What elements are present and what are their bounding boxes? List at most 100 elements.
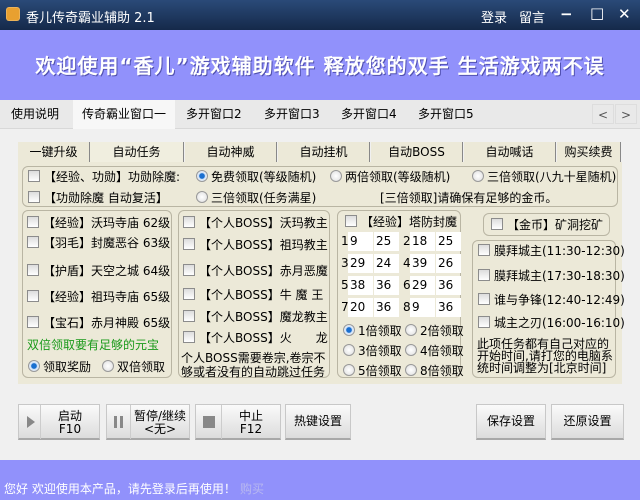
message-link[interactable]: 留言 <box>519 7 545 26</box>
tower-slot-star-input[interactable]: 36 <box>374 298 399 317</box>
subtab-3[interactable]: 自动挂机 <box>278 142 370 163</box>
multiplier-1-radio[interactable] <box>405 324 417 336</box>
merit-exp-checkbox[interactable] <box>28 170 40 182</box>
start-hotkey: F10 <box>58 422 82 436</box>
tower-slot-star-input[interactable]: 25 <box>436 232 461 251</box>
stop-button[interactable]: 中止 F12 <box>195 404 281 440</box>
play-icon <box>19 405 41 439</box>
tower-slot-star-input[interactable]: 25 <box>374 232 399 251</box>
banner-text: 欢迎使用“香儿”游戏辅助软件 释放您的双手 生活游戏两不误 <box>35 54 605 78</box>
tab-scroll-left[interactable]: < <box>592 104 614 124</box>
double-reward-label: 双倍领取 <box>117 360 166 374</box>
city-item-0-label: 膜拜城主(11:30-12:30) <box>494 244 625 258</box>
double-claim-label: 两倍领取(等级随机) <box>345 170 451 184</box>
city-item-2-checkbox[interactable] <box>478 293 490 305</box>
start-button[interactable]: 启动 F10 <box>18 404 100 440</box>
multiplier-3-radio[interactable] <box>405 344 417 356</box>
multiplier-0-label: 1倍领取 <box>358 324 402 338</box>
city-item-3-label: 城主之刃(16:00-16:10) <box>494 316 625 330</box>
subtab-6[interactable]: 购买续费 <box>557 142 621 163</box>
buy-link[interactable]: 购买 <box>240 480 264 497</box>
tower-slot-star-input[interactable]: 36 <box>436 298 461 317</box>
tab-5[interactable]: 多开窗口5 <box>409 100 483 129</box>
boss-item-5-checkbox[interactable] <box>183 331 195 343</box>
boss-note-2: 够或者没有的自动跳过任务 <box>181 365 326 379</box>
double-claim-radio[interactable] <box>330 170 342 182</box>
subtab-2[interactable]: 自动神威 <box>185 142 277 163</box>
pause-icon <box>107 405 131 439</box>
minimize-button[interactable]: − <box>560 5 573 23</box>
tab-2[interactable]: 多开窗口2 <box>177 100 251 129</box>
tower-slot-star-input[interactable]: 36 <box>374 276 399 295</box>
reward-item-1-label: 【羽毛】封魔恶谷 63级 <box>43 236 171 250</box>
boss-item-2-checkbox[interactable] <box>183 264 195 276</box>
reward-item-0-checkbox[interactable] <box>27 216 39 228</box>
tab-0[interactable]: 使用说明 <box>2 100 68 129</box>
boss-item-4-checkbox[interactable] <box>183 310 195 322</box>
tower-slot-level-input[interactable]: 18 <box>410 232 435 251</box>
tower-defense-checkbox[interactable] <box>345 215 357 227</box>
boss-item-1-checkbox[interactable] <box>183 238 195 250</box>
auto-revive-checkbox[interactable] <box>28 191 40 203</box>
title-bar: 香儿传奇霸业辅助 2.1 登录 留言 − □ ✕ <box>0 0 640 30</box>
tower-slot-level-input[interactable]: 29 <box>348 254 373 273</box>
app-icon <box>6 7 20 21</box>
reward-item-3-label: 【经验】祖玛寺庙 65级 <box>43 290 171 304</box>
boss-item-3-label: 【个人BOSS】牛 魔 王 <box>199 288 324 302</box>
multiplier-2-radio[interactable] <box>343 344 355 356</box>
city-item-0-checkbox[interactable] <box>478 244 490 256</box>
tower-slot-level-input[interactable]: 9 <box>410 298 435 317</box>
reward-item-4-checkbox[interactable] <box>27 316 39 328</box>
hotkey-settings-button[interactable]: 热键设置 <box>285 404 351 440</box>
tower-slot-star-input[interactable]: 24 <box>374 254 399 273</box>
tab-3[interactable]: 多开窗口3 <box>255 100 329 129</box>
subtab-5[interactable]: 自动喊话 <box>464 142 556 163</box>
claim-reward-radio[interactable] <box>28 360 40 372</box>
reward-item-2-checkbox[interactable] <box>27 264 39 276</box>
boss-item-4-label: 【个人BOSS】魔龙教主 <box>199 310 328 324</box>
tower-slot-level-input[interactable]: 9 <box>348 232 373 251</box>
boss-item-5-label: 【个人BOSS】火 龙 <box>199 331 328 345</box>
restore-settings-button[interactable]: 还原设置 <box>551 404 624 440</box>
maximize-button[interactable]: □ <box>590 4 604 22</box>
free-claim-radio[interactable] <box>196 170 208 182</box>
multiplier-4-radio[interactable] <box>343 364 355 376</box>
city-item-1-checkbox[interactable] <box>478 269 490 281</box>
reward-item-3-checkbox[interactable] <box>27 290 39 302</box>
multiplier-5-label: 8倍领取 <box>420 364 464 378</box>
stop-hotkey: F12 <box>239 422 263 436</box>
claim-reward-label: 领取奖励 <box>43 360 92 374</box>
subtab-0[interactable]: 一键升级 <box>18 142 90 163</box>
gold-mining-checkbox[interactable] <box>491 218 503 230</box>
triple-claim-full-radio[interactable] <box>196 191 208 203</box>
tower-slot-star-input[interactable]: 26 <box>436 254 461 273</box>
tower-slot-level-input[interactable]: 20 <box>348 298 373 317</box>
multiplier-5-radio[interactable] <box>405 364 417 376</box>
city-item-1-label: 膜拜城主(17:30-18:30) <box>494 269 625 283</box>
triple-claim-random-label: 三倍领取(八九十星随机) <box>487 170 617 184</box>
gold-mining-label: 【金币】矿洞挖矿 <box>507 218 604 232</box>
login-link[interactable]: 登录 <box>481 7 507 26</box>
city-item-3-checkbox[interactable] <box>478 316 490 328</box>
double-reward-radio[interactable] <box>102 360 114 372</box>
multiplier-0-radio[interactable] <box>343 324 355 336</box>
tower-slot-level-input[interactable]: 29 <box>410 276 435 295</box>
reward-item-1-checkbox[interactable] <box>27 236 39 248</box>
pause-button[interactable]: 暂停/继续 <无> <box>106 404 190 440</box>
tab-4[interactable]: 多开窗口4 <box>332 100 406 129</box>
tab-scroll-right[interactable]: > <box>615 104 637 124</box>
tab-1[interactable]: 传奇霸业窗口一 <box>73 100 176 129</box>
boss-item-0-checkbox[interactable] <box>183 216 195 228</box>
free-claim-label: 免费领取(等级随机) <box>211 170 317 184</box>
tower-slot-level-input[interactable]: 38 <box>348 276 373 295</box>
save-settings-button[interactable]: 保存设置 <box>476 404 546 440</box>
tower-slot-star-input[interactable]: 36 <box>436 276 461 295</box>
stop-icon <box>196 405 222 439</box>
triple-note: [三倍领取]请确保有足够的金币。 <box>380 191 558 205</box>
boss-item-3-checkbox[interactable] <box>183 288 195 300</box>
close-button[interactable]: ✕ <box>618 5 631 23</box>
triple-claim-random-radio[interactable] <box>472 170 484 182</box>
subtab-4[interactable]: 自动BOSS <box>371 142 463 163</box>
tower-slot-level-input[interactable]: 39 <box>410 254 435 273</box>
reward-item-2-label: 【护盾】天空之城 64级 <box>43 264 171 278</box>
